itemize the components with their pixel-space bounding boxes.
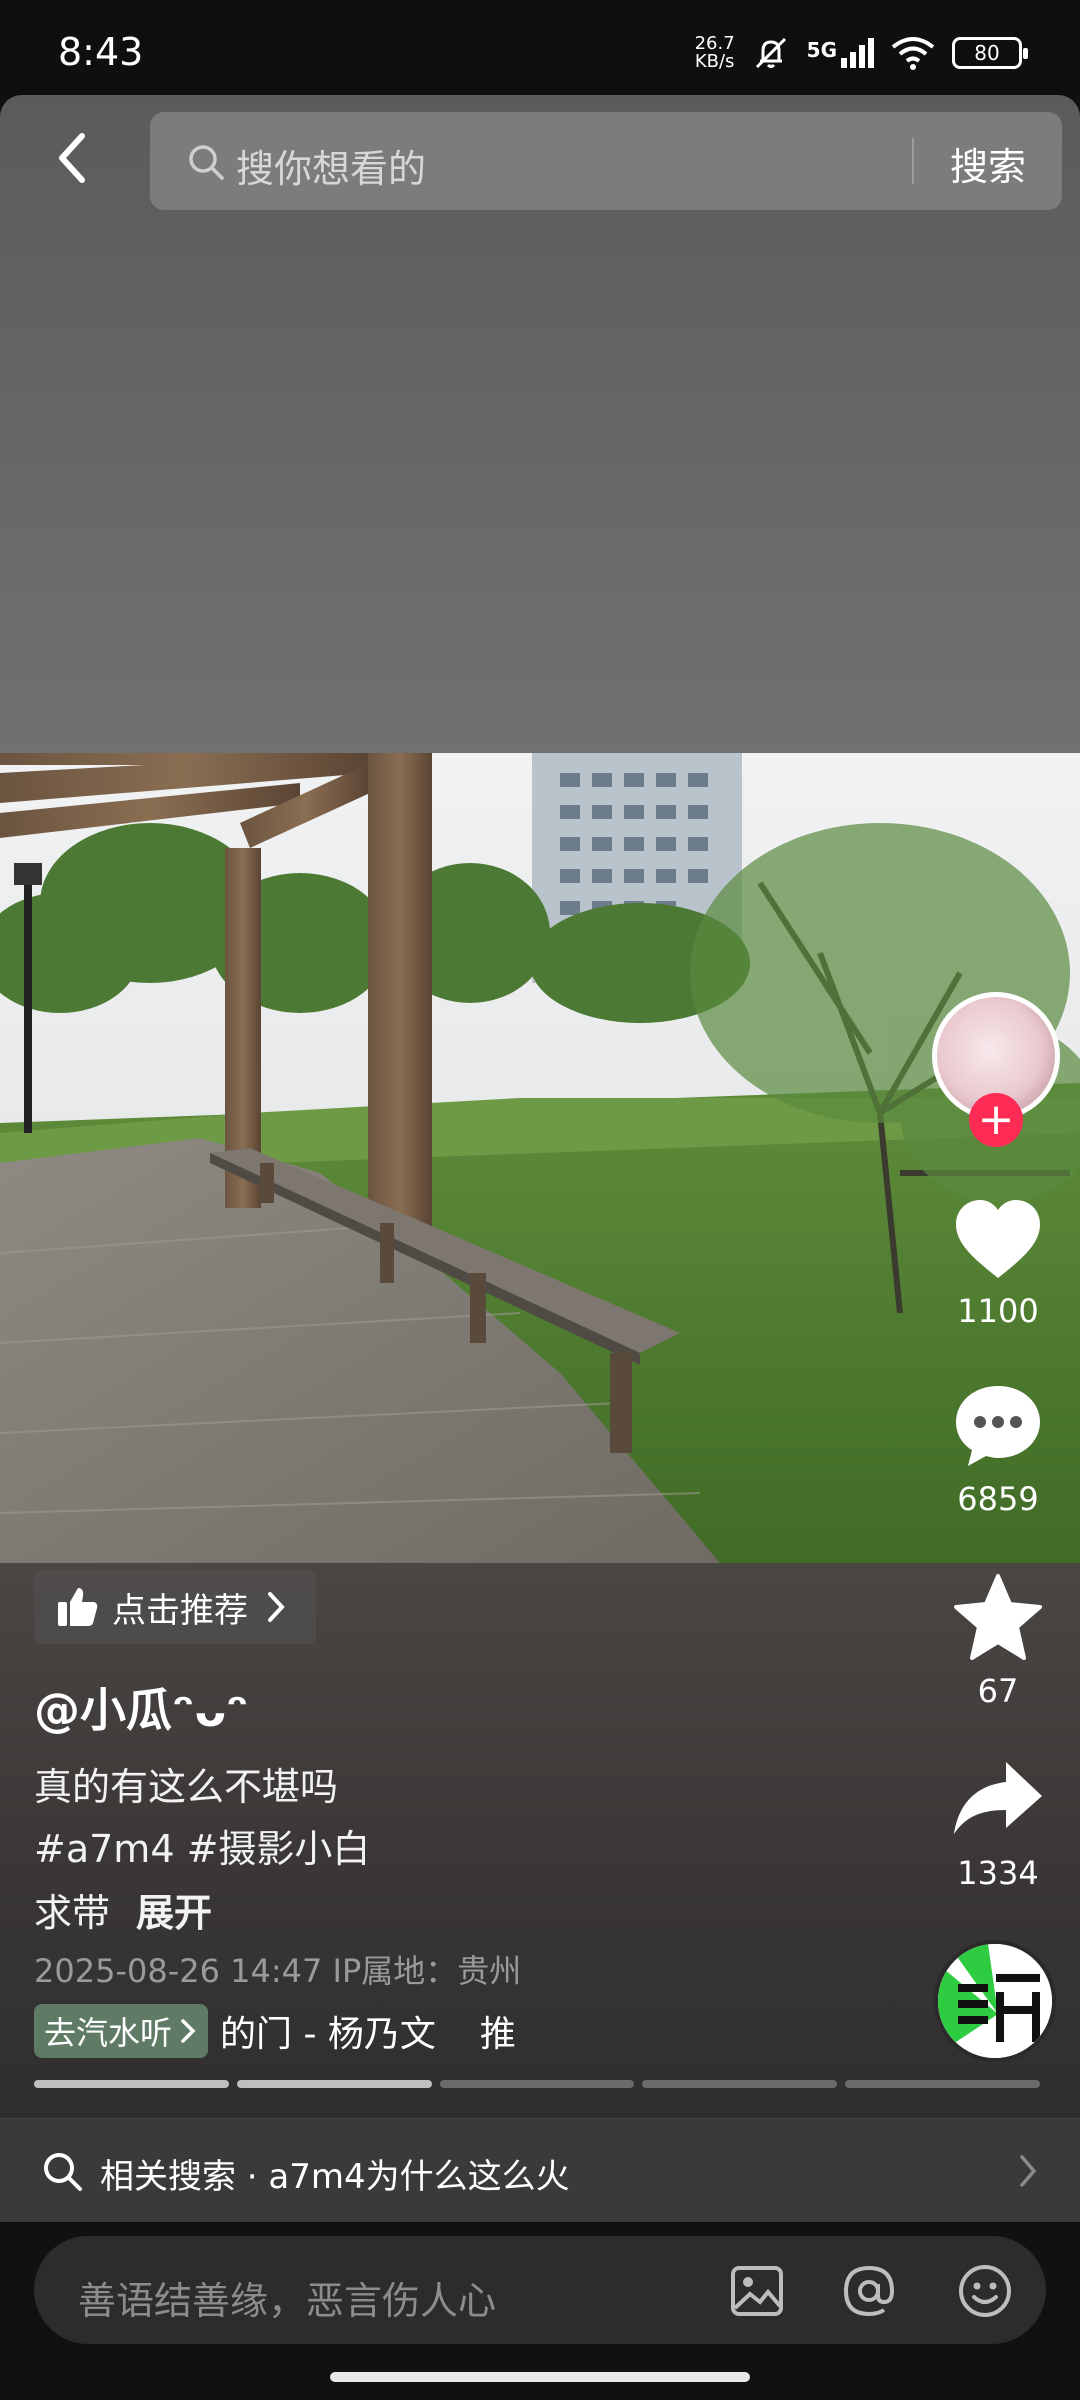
progress-segment [845, 2080, 1040, 2088]
related-search-bar[interactable]: 相关搜索 · a7m4为什么这么火 [0, 2118, 1080, 2222]
battery-indicator: 80 [952, 37, 1028, 69]
at-mention-icon[interactable] [840, 2262, 898, 2320]
signal-5g: 5G [807, 38, 874, 68]
status-bar: 8:43 26.7 KB/s 5G 80 [0, 0, 1080, 95]
caption-text-3: 求带 [34, 1891, 111, 1935]
search-bar[interactable]: 搜你想看的 搜索 [150, 112, 1062, 210]
net-speed: 26.7 KB/s [695, 35, 735, 71]
heart-icon[interactable] [950, 1192, 1046, 1288]
music-disc[interactable] [934, 1940, 1056, 2062]
music-title: 的门 - 杨乃文 [220, 2014, 436, 2055]
star-icon[interactable] [950, 1570, 1046, 1666]
music-chip-label: 去汽水听 [44, 2014, 173, 2052]
thumbs-up-icon [58, 1588, 98, 1626]
video-frame[interactable] [0, 753, 1080, 1563]
comment-icon[interactable] [950, 1378, 1046, 1474]
comment-input[interactable]: 善语结善缘，恶言伤人心 [34, 2236, 1046, 2344]
recommend-button[interactable]: 点击推荐 [34, 1570, 316, 1644]
search-button[interactable]: 搜索 [950, 136, 1026, 191]
caption-text: 真的有这么不堪吗 [34, 1765, 339, 1809]
follow-button[interactable]: + [969, 1093, 1023, 1147]
park-scene-image [0, 753, 1080, 1563]
search-divider [912, 138, 914, 184]
progress-segment [34, 2080, 229, 2088]
search-input[interactable]: 搜你想看的 [236, 138, 426, 193]
comment-count: 6859 [957, 1480, 1039, 1518]
recommend-label: 点击推荐 [112, 1590, 248, 1631]
chevron-right-icon [1020, 2155, 1037, 2187]
emoji-icon[interactable] [956, 2262, 1014, 2320]
caption-line3: 求带 展开 [34, 1882, 212, 1937]
music-row[interactable]: 去汽水听 的门 - 杨乃文 推 [34, 2004, 516, 2058]
related-search-text: 相关搜索 · a7m4为什么这么火 [100, 2157, 570, 2197]
status-icons: 26.7 KB/s 5G 80 [695, 28, 1028, 78]
progress-segment [236, 2080, 432, 2088]
progress-segment [642, 2080, 838, 2088]
like-count: 1100 [957, 1292, 1039, 1330]
progress-segment [439, 2080, 635, 2088]
home-indicator[interactable] [330, 2372, 750, 2382]
chevron-right-icon [181, 2019, 196, 2043]
signal-bars-icon [841, 38, 874, 68]
share-arrow-icon[interactable] [950, 1752, 1046, 1848]
back-arrow-icon[interactable] [44, 128, 104, 188]
search-icon [44, 2153, 82, 2191]
caption-hashtags[interactable]: #a7m4 #摄影小白 [34, 1818, 370, 1873]
wifi-icon [891, 37, 935, 70]
comment-placeholder: 善语结善缘，恶言伤人心 [78, 2279, 497, 2323]
share-count: 1334 [957, 1854, 1039, 1892]
chevron-right-icon [268, 1592, 285, 1622]
music-title-extra: 推 [479, 2014, 516, 2055]
author-name[interactable]: @小瓜ᵔᴗᵔ [34, 1674, 248, 1740]
status-time: 8:43 [58, 30, 144, 74]
search-icon [189, 145, 224, 180]
expand-button[interactable]: 展开 [136, 1891, 212, 1935]
mute-bell-icon [755, 37, 786, 69]
network-type: 5G [806, 38, 837, 62]
favorite-count: 67 [977, 1672, 1019, 1710]
net-speed-unit: KB/s [694, 51, 735, 72]
post-meta: 2025-08-26 14:47 IP属地：贵州 [34, 1952, 522, 1990]
progress-segments [34, 2080, 1040, 2088]
music-chip[interactable]: 去汽水听 [34, 2004, 209, 2058]
image-icon[interactable] [728, 2262, 786, 2320]
